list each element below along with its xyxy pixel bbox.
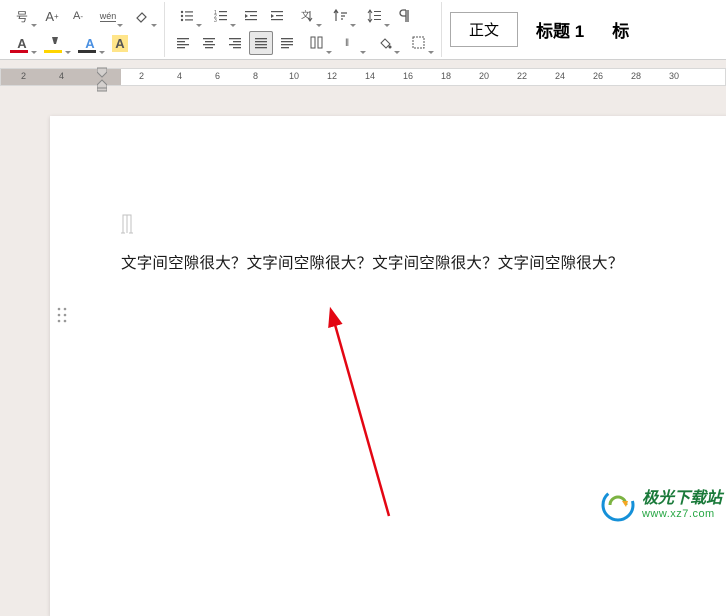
borders-icon xyxy=(411,35,427,51)
paint-bucket-icon xyxy=(377,35,393,51)
watermark-url: www.xz7.com xyxy=(642,508,722,520)
increase-indent-button[interactable] xyxy=(265,4,289,28)
hanging-indent-marker[interactable] xyxy=(97,79,107,95)
font-color-button[interactable]: A xyxy=(6,31,38,55)
annotation-arrow-icon xyxy=(324,306,404,526)
svg-text:3: 3 xyxy=(214,18,217,24)
line-spacing-icon xyxy=(367,8,383,24)
watermark-logo-icon xyxy=(600,487,636,523)
watermark: 极光下载站 www.xz7.com xyxy=(600,487,722,523)
paragraph-drag-handle[interactable] xyxy=(56,306,68,329)
pilcrow-icon xyxy=(397,8,413,24)
sort-button[interactable] xyxy=(325,4,357,28)
font-size-selector[interactable]: 号 xyxy=(6,4,38,28)
bullets-button[interactable] xyxy=(171,4,203,28)
increase-font-button[interactable]: A+ xyxy=(40,4,64,28)
toolbar: 号 A+ A- wén A A xyxy=(0,0,726,60)
font-section: 号 A+ A- wén A A xyxy=(0,2,165,57)
svg-text:‖: ‖ xyxy=(345,38,349,49)
bullets-icon xyxy=(179,8,195,24)
align-justify-button[interactable] xyxy=(249,31,273,55)
style-body-text[interactable]: 正文 xyxy=(450,12,518,47)
increase-indent-icon xyxy=(269,8,285,24)
document-text[interactable]: 文字间空隙很大？文字间空隙很大？文字间空隙很大？文字间空隙很大？ xyxy=(121,251,623,273)
decrease-indent-icon xyxy=(243,8,259,24)
character-shading-button[interactable]: A xyxy=(108,31,132,55)
ruler-area: 2 4 2 4 6 8 10 12 14 16 18 20 22 24 26 2… xyxy=(0,60,726,98)
numbering-icon: 123 xyxy=(213,8,229,24)
borders-button[interactable] xyxy=(403,31,435,55)
columns-button[interactable] xyxy=(301,31,333,55)
tab-icon: ‖ xyxy=(343,35,359,51)
horizontal-ruler[interactable]: 2 4 2 4 6 8 10 12 14 16 18 20 22 24 26 2… xyxy=(0,68,726,86)
align-right-icon xyxy=(227,35,243,51)
paragraph-mark-icon xyxy=(121,211,135,240)
numbering-button[interactable]: 123 xyxy=(205,4,237,28)
decrease-indent-button[interactable] xyxy=(239,4,263,28)
text-direction-button[interactable]: 文 xyxy=(291,4,323,28)
align-left-button[interactable] xyxy=(171,31,195,55)
watermark-name: 极光下载站 xyxy=(642,490,722,508)
align-center-icon xyxy=(201,35,217,51)
decrease-font-button[interactable]: A- xyxy=(66,4,90,28)
align-center-button[interactable] xyxy=(197,31,221,55)
styles-section: 正文 标题 1 标 xyxy=(442,12,647,47)
text-effects-button[interactable]: A xyxy=(74,31,106,55)
align-justify-icon xyxy=(253,35,269,51)
columns-icon xyxy=(309,35,325,51)
text-direction-icon: 文 xyxy=(299,8,315,24)
highlight-color-button[interactable] xyxy=(40,31,72,55)
style-heading1[interactable]: 标题 1 xyxy=(526,17,594,42)
line-spacing-button[interactable] xyxy=(359,4,391,28)
eraser-icon xyxy=(134,8,150,24)
content-area: 文字间空隙很大？文字间空隙很大？文字间空隙很大？文字间空隙很大？ xyxy=(0,98,726,527)
tab-stops-button[interactable]: ‖ xyxy=(335,31,367,55)
show-marks-button[interactable] xyxy=(393,4,417,28)
clear-format-button[interactable] xyxy=(126,4,158,28)
highlight-icon xyxy=(48,35,64,51)
align-left-icon xyxy=(175,35,191,51)
sort-icon xyxy=(333,8,349,24)
phonetic-guide-button[interactable]: wén xyxy=(92,4,124,28)
align-right-button[interactable] xyxy=(223,31,247,55)
shading-button[interactable] xyxy=(369,31,401,55)
style-heading-partial[interactable]: 标 xyxy=(602,17,639,42)
align-distribute-icon xyxy=(279,35,295,51)
paragraph-section: 123 文 ‖ xyxy=(165,2,442,57)
align-distribute-button[interactable] xyxy=(275,31,299,55)
document-page[interactable]: 文字间空隙很大？文字间空隙很大？文字间空隙很大？文字间空隙很大？ xyxy=(50,116,726,616)
